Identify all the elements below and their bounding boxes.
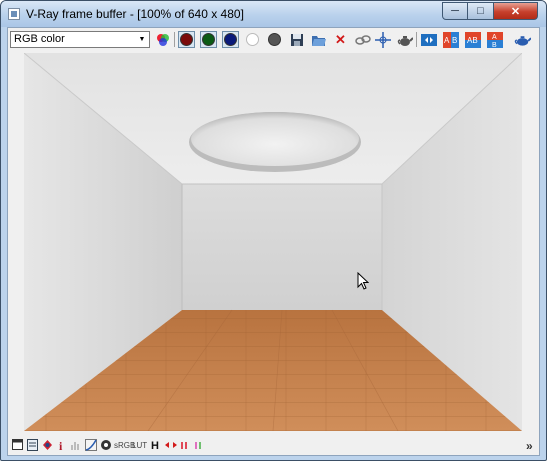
maximize-button[interactable]: □ (468, 2, 494, 20)
vray-frame-buffer-window: V-Ray frame buffer - [100% of 640 x 480]… (0, 0, 547, 461)
app-icon[interactable] (8, 8, 20, 20)
rgb-channels-icon[interactable] (154, 31, 171, 48)
close-icon: ✕ (510, 5, 521, 18)
bottom-toolbar: i sRGB LUT H » (8, 437, 539, 455)
red-channel-icon[interactable] (178, 31, 195, 48)
svg-text:B: B (492, 42, 497, 48)
stamp-red-icon[interactable] (180, 439, 190, 453)
curve-icon[interactable] (85, 439, 97, 453)
level-adjust-icon[interactable] (70, 439, 82, 453)
maximize-icon: □ (477, 5, 484, 17)
ab-horizontal-icon[interactable]: AB (442, 31, 459, 48)
histogram-button[interactable]: H (151, 439, 159, 453)
channel-dropdown[interactable]: RGB color ▼ (10, 31, 150, 48)
render-settings-icon[interactable] (27, 439, 38, 453)
mono-channel-icon[interactable] (266, 31, 283, 48)
color-corrections-icon[interactable] (42, 439, 53, 453)
title-bar[interactable]: V-Ray frame buffer - [100% of 640 x 480]… (1, 1, 546, 27)
alpha-channel-icon[interactable] (244, 31, 261, 48)
teapot-region-icon[interactable] (396, 31, 413, 48)
minimize-button[interactable]: ─ (442, 2, 468, 20)
toolbar-separator (416, 32, 417, 47)
track-mouse-icon[interactable] (374, 31, 391, 48)
stamp-pink-icon[interactable] (194, 439, 204, 453)
ab-vertical-icon[interactable]: AB (464, 31, 481, 48)
mouse-cursor-icon (357, 272, 369, 290)
clear-icon[interactable]: ✕ (332, 31, 349, 48)
toolbar: RGB color ▼ ✕ A B AB A B (8, 28, 539, 50)
svg-text:AB: AB (467, 36, 478, 45)
window-title: V-Ray frame buffer - [100% of 640 x 480] (26, 7, 244, 21)
rendered-room-image (24, 53, 522, 431)
blue-channel-icon[interactable] (222, 31, 239, 48)
link-icon[interactable] (354, 31, 371, 48)
toolbar-separator (174, 32, 175, 47)
exposure-icon[interactable] (100, 439, 112, 453)
close-button[interactable]: ✕ (494, 2, 538, 20)
chevron-down-icon[interactable]: ▼ (136, 33, 148, 46)
display-window-icon[interactable] (12, 439, 23, 453)
red-arrows-icon[interactable] (165, 439, 177, 453)
lut-button[interactable]: LUT (132, 439, 147, 453)
expand-toolbar-icon[interactable]: » (526, 439, 533, 453)
caption-buttons: ─ □ ✕ (442, 2, 538, 20)
ab-swap-icon[interactable]: AB (486, 31, 503, 48)
channel-dropdown-value: RGB color (14, 33, 65, 45)
svg-text:B: B (452, 36, 457, 45)
render-teapot-icon[interactable] (514, 31, 531, 48)
save-icon[interactable] (288, 31, 305, 48)
svg-text:A: A (444, 36, 450, 45)
pixel-info-icon[interactable]: i (59, 439, 62, 453)
green-channel-icon[interactable] (200, 31, 217, 48)
compare-icon[interactable] (420, 31, 437, 48)
open-icon[interactable] (310, 31, 327, 48)
frame-buffer-client: RGB color ▼ ✕ A B AB A B i sRGB LUT H » (7, 27, 540, 456)
svg-text:A: A (492, 34, 497, 41)
render-viewport[interactable] (24, 53, 522, 431)
minimize-icon: ─ (451, 5, 459, 17)
